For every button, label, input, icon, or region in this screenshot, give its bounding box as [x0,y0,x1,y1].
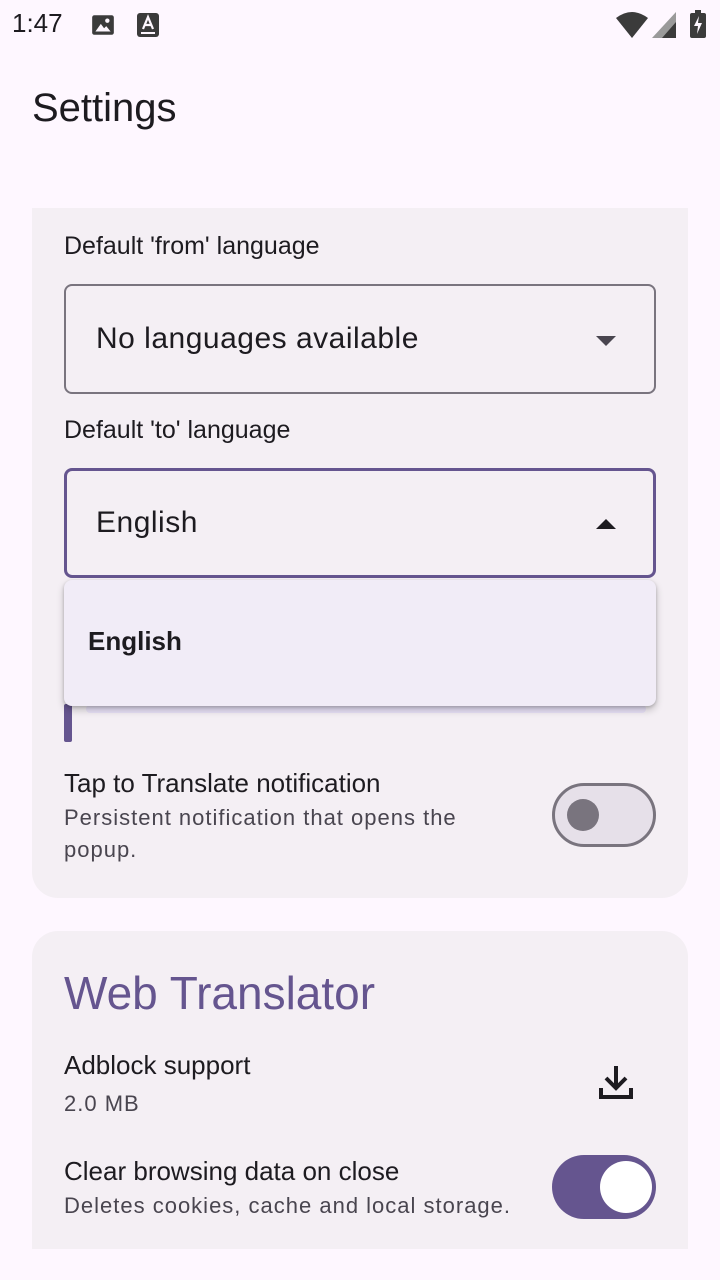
text-recognition-icon [136,12,160,43]
arrow-drop-down-icon [594,334,618,352]
adblock-size: 2.0 MB [64,1091,140,1116]
obscured-item-indicator [64,704,72,742]
from-language-value: No languages available [96,322,419,355]
to-language-label: Default 'to' language [64,416,291,444]
download-icon[interactable] [592,1060,640,1108]
battery-charging-icon [690,10,706,43]
to-language-dropdown[interactable]: English [64,468,656,578]
from-language-label: Default 'from' language [64,232,320,260]
page-title: Settings [32,86,177,130]
tap-to-translate-switch[interactable] [552,783,656,847]
tap-to-translate-subtitle: Persistent notification that opens the p… [64,805,457,862]
clear-data-subtitle: Deletes cookies, cache and local storage… [64,1193,512,1218]
tap-to-translate-title: Tap to Translate notification [64,768,381,798]
clear-data-switch[interactable] [552,1155,656,1219]
switch-thumb [567,799,599,831]
status-bar: 1:47 [0,0,720,48]
menu-item-english[interactable]: English [88,626,182,657]
cellular-signal-icon [652,12,676,43]
status-time: 1:47 [12,8,63,38]
arrow-drop-up-icon [594,517,618,535]
language-dropdown-menu: English [64,580,656,706]
web-translator-heading: Web Translator [64,967,376,1019]
wifi-icon [616,12,648,43]
image-icon [90,12,116,43]
from-language-dropdown[interactable]: No languages available [64,284,656,394]
adblock-title: Adblock support [64,1050,251,1080]
obscured-item-edge [86,705,646,713]
clear-data-title: Clear browsing data on close [64,1156,400,1186]
to-language-value: English [96,506,198,539]
switch-thumb [600,1161,652,1213]
